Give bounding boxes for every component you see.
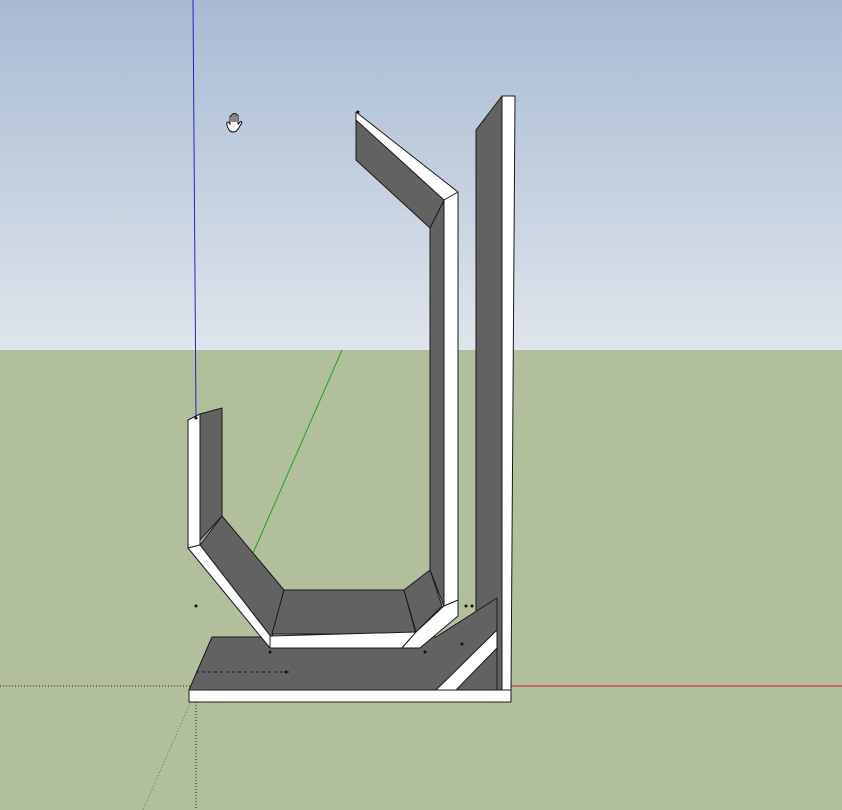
inner-upright-edge bbox=[443, 191, 459, 607]
back-plate-side bbox=[475, 95, 503, 691]
bottom-run-top bbox=[271, 589, 417, 635]
inner-upright-side bbox=[429, 199, 445, 607]
base-plate-front bbox=[188, 689, 512, 703]
model-scene[interactable] bbox=[0, 0, 842, 810]
left-upright-edge bbox=[187, 413, 201, 549]
pan-hand-icon bbox=[226, 112, 243, 133]
sketchup-viewport[interactable] bbox=[0, 0, 842, 810]
